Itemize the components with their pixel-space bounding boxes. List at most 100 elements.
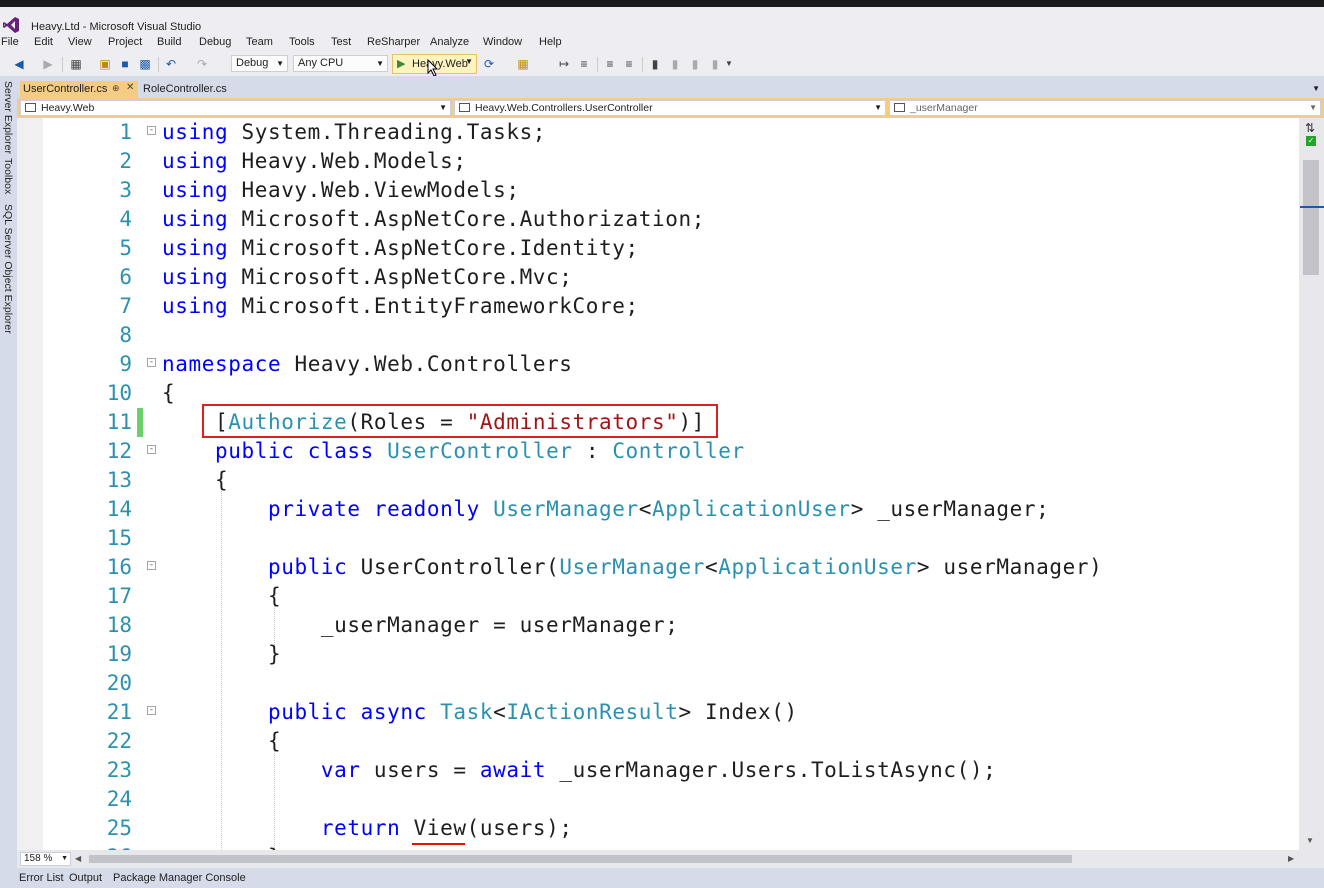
menu-view[interactable]: View [68, 36, 92, 48]
code-line: 5 using Microsoft.AspNetCore.Identity; [17, 234, 1299, 263]
side-tool-panel: Server Explorer Toolbox SQL Server Objec… [0, 76, 17, 870]
menu-window[interactable]: Window [483, 36, 522, 48]
horizontal-scroll-thumb[interactable] [89, 855, 1072, 863]
menu-file[interactable]: File [1, 36, 19, 48]
window-title: Heavy.Ltd - Microsoft Visual Studio [31, 21, 202, 33]
chevron-down-icon: ▼ [1309, 103, 1317, 112]
step-icon[interactable]: ↦ [556, 56, 572, 72]
run-target-label: Heavy.Web [412, 58, 468, 70]
collapse-icon[interactable]: - [147, 706, 156, 715]
line-number: 12 [106, 439, 132, 463]
toolbar-separator [62, 57, 63, 72]
scroll-right-icon[interactable]: ▶ [1288, 854, 1294, 863]
member-dropdown[interactable]: _userManager ▼ [889, 100, 1321, 116]
undo-icon[interactable]: ↶ [163, 56, 179, 72]
line-number: 13 [106, 468, 132, 492]
refresh-icon[interactable]: ⟳ [481, 56, 497, 72]
toolbar-overflow-icon[interactable]: ▼ [721, 56, 737, 72]
tool-window-tabs: Error List Output Package Manager Consol… [0, 868, 1324, 888]
line-number: 4 [119, 207, 132, 231]
uncomment-icon[interactable]: ≡ [621, 56, 637, 72]
platform-dropdown[interactable]: Any CPU ▼ [293, 55, 388, 72]
code-text: _userManager = userManager; [162, 613, 679, 637]
menu-project[interactable]: Project [108, 36, 142, 48]
menu-team[interactable]: Team [246, 36, 273, 48]
pin-icon[interactable]: ⊕ [112, 83, 120, 94]
code-text: var users = await _userManager.Users.ToL… [320, 758, 997, 782]
align-icon[interactable]: ≡ [576, 56, 592, 72]
side-tab-sql-server-object-explorer[interactable]: SQL Server Object Explorer [2, 204, 14, 334]
field-icon [894, 103, 905, 112]
tab-role-controller[interactable]: RoleController.cs [138, 81, 261, 99]
error-squiggle [412, 840, 465, 845]
tab-error-list[interactable]: Error List [19, 872, 64, 884]
project-dropdown[interactable]: Heavy.Web ▼ [20, 100, 451, 116]
close-icon[interactable]: ✕ [126, 82, 134, 93]
comment-icon[interactable]: ≡ [602, 56, 618, 72]
code-line: 20 [17, 669, 1299, 698]
save-icon[interactable]: ■ [117, 56, 133, 72]
menu-resharper[interactable]: ReSharper [367, 36, 420, 48]
code-line: 14 private readonly UserManager<Applicat… [17, 495, 1299, 524]
redo-icon[interactable]: ↷ [194, 56, 210, 72]
menu-debug[interactable]: Debug [199, 36, 231, 48]
menu-analyze[interactable]: Analyze [430, 36, 469, 48]
project-value: Heavy.Web [41, 102, 95, 114]
menu-tools[interactable]: Tools [289, 36, 315, 48]
bookmark-icon[interactable]: ▮ [647, 56, 663, 72]
vertical-scrollbar[interactable]: ⇅ ✓ ▼ [1299, 118, 1324, 850]
top-strip [0, 0, 1324, 7]
zoom-dropdown[interactable]: 158 % ▼ [20, 852, 71, 866]
forward-icon[interactable]: ▶ [40, 56, 56, 72]
collapse-icon[interactable]: - [147, 561, 156, 570]
back-icon[interactable]: ◀ [11, 56, 27, 72]
new-project-icon[interactable]: ▦ [68, 56, 84, 72]
menu-help[interactable]: Help [539, 36, 562, 48]
side-tab-server-explorer[interactable]: Server Explorer [2, 81, 14, 154]
scroll-thumb[interactable] [1303, 160, 1319, 275]
code-line: 15 [17, 524, 1299, 553]
tab-output[interactable]: Output [69, 872, 102, 884]
highlight-box [202, 404, 718, 438]
code-text: using Heavy.Web.ViewModels; [162, 178, 520, 202]
tab-user-controller[interactable]: UserController.cs ⊕ ✕ [20, 81, 138, 98]
open-file-icon[interactable]: ▣ [97, 56, 113, 72]
line-number: 9 [119, 352, 132, 376]
side-tab-toolbox[interactable]: Toolbox [2, 158, 14, 194]
toolbar-separator [597, 57, 598, 72]
tab-package-manager-console[interactable]: Package Manager Console [113, 872, 246, 884]
line-number: 10 [106, 381, 132, 405]
line-number: 1 [119, 120, 132, 144]
configuration-dropdown[interactable]: Debug ▼ [231, 55, 288, 72]
prev-bookmark-icon[interactable]: ▮ [667, 56, 683, 72]
zoom-value: 158 % [24, 853, 53, 864]
find-in-files-icon[interactable]: ▦ [515, 56, 531, 72]
split-icon[interactable]: ⇅ [1305, 121, 1315, 135]
scroll-down-icon[interactable]: ▼ [1306, 836, 1314, 845]
platform-value: Any CPU [298, 57, 344, 69]
type-dropdown[interactable]: Heavy.Web.Controllers.UserController ▼ [454, 100, 886, 116]
tab-label: UserController.cs [23, 83, 108, 95]
menu-test[interactable]: Test [331, 36, 351, 48]
chevron-down-icon[interactable]: ▼ [465, 57, 473, 66]
scroll-left-icon[interactable]: ◀ [75, 854, 81, 863]
check-icon: ✓ [1306, 136, 1316, 146]
member-value: _userManager [910, 102, 978, 114]
play-icon: ▶ [397, 58, 406, 70]
next-bookmark-icon[interactable]: ▮ [687, 56, 703, 72]
line-number: 21 [106, 700, 132, 724]
toolbar-separator [158, 57, 159, 72]
line-number: 19 [106, 642, 132, 666]
code-line: 21 - public async Task<IActionResult> Ind… [17, 698, 1299, 727]
code-text: public async Task<IActionResult> Index() [267, 700, 798, 724]
menu-edit[interactable]: Edit [34, 36, 53, 48]
collapse-icon[interactable]: - [147, 445, 156, 454]
menu-build[interactable]: Build [157, 36, 181, 48]
line-number: 26 [77, 843, 132, 850]
line-number: 5 [119, 236, 132, 260]
collapse-icon[interactable]: - [147, 358, 156, 367]
code-editor[interactable]: 1- using System.Threading.Tasks; 2 using H… [17, 118, 1299, 850]
save-all-icon[interactable]: ▩ [137, 56, 153, 72]
collapse-icon[interactable]: - [147, 126, 156, 135]
tab-overflow-icon[interactable]: ▼ [1312, 84, 1320, 93]
